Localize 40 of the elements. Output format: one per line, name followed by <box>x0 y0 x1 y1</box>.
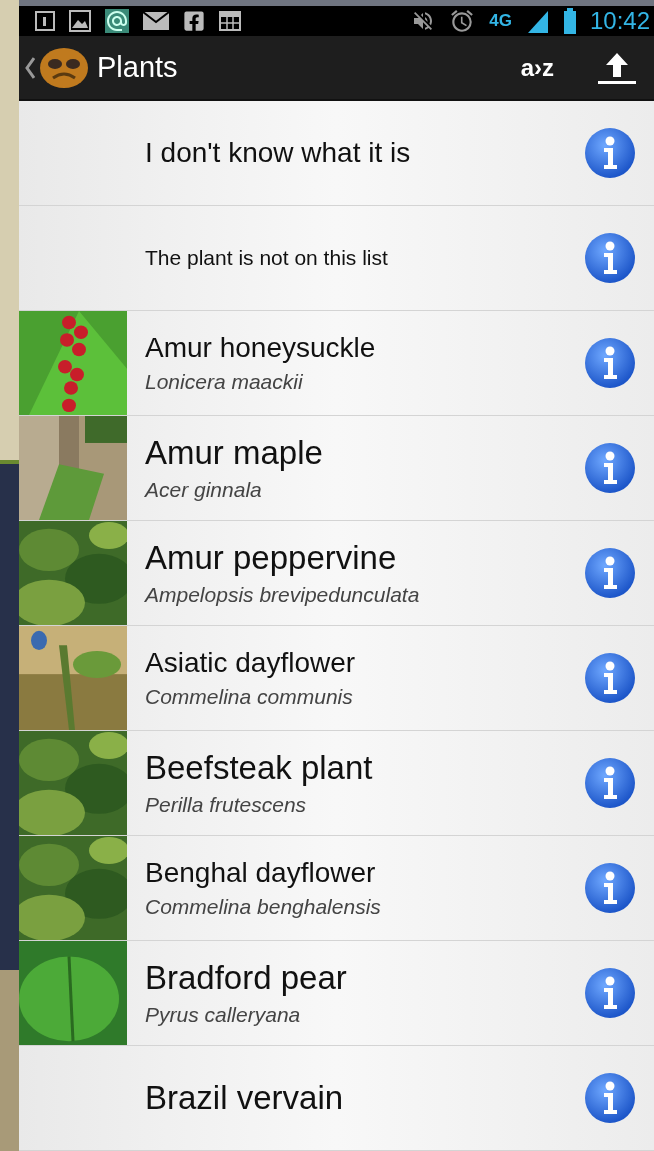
plant-name[interactable]: Bradford pear <box>145 959 576 997</box>
scientific-name: Ampelopsis brevipedunculata <box>145 583 421 607</box>
screen-title: Plants <box>97 51 178 85</box>
scientific-name: Lonicera maackii <box>145 370 304 394</box>
scientific-name: Pyrus calleryana <box>145 1003 302 1027</box>
plant-name[interactable]: Amur honeysuckle <box>145 332 576 364</box>
back-icon[interactable] <box>25 56 35 79</box>
plant-name[interactable]: Amur maple <box>145 434 576 472</box>
scientific-name: Acer ginnala <box>145 478 263 502</box>
image-icon <box>69 10 91 33</box>
mail-icon <box>143 12 169 31</box>
plant-name[interactable]: Amur peppervine <box>145 539 576 577</box>
info-icon[interactable] <box>584 442 636 494</box>
info-icon[interactable] <box>584 337 636 389</box>
calendar-icon <box>35 11 55 32</box>
email-icon <box>105 9 129 34</box>
app-logo-icon <box>39 45 89 90</box>
scientific-name: Commelina benghalensis <box>145 895 382 919</box>
scientific-name: Commelina communis <box>145 685 354 709</box>
network-label: 4G <box>489 11 512 32</box>
info-icon[interactable] <box>584 127 636 179</box>
info-icon[interactable] <box>584 652 636 704</box>
clock-time: 10:42 <box>589 7 650 36</box>
info-icon[interactable] <box>584 862 636 914</box>
grid-icon <box>219 11 241 32</box>
info-icon[interactable] <box>584 232 636 284</box>
list-option[interactable]: The plant is not on this list <box>145 246 576 270</box>
info-icon[interactable] <box>584 757 636 809</box>
info-icon[interactable] <box>584 967 636 1019</box>
info-icon[interactable] <box>584 1072 636 1124</box>
alarm-icon <box>449 8 476 35</box>
plant-name[interactable]: Beefsteak plant <box>145 749 576 787</box>
signal-icon <box>525 9 550 34</box>
scientific-name: Perilla frutescens <box>145 793 308 817</box>
info-icon[interactable] <box>584 547 636 599</box>
sort-button[interactable]: a›z <box>516 49 558 86</box>
plant-name[interactable]: Benghal dayflower <box>145 857 576 889</box>
battery-icon <box>563 8 576 35</box>
facebook-icon <box>183 10 205 33</box>
plant-name[interactable]: Asiatic dayflower <box>145 647 576 679</box>
